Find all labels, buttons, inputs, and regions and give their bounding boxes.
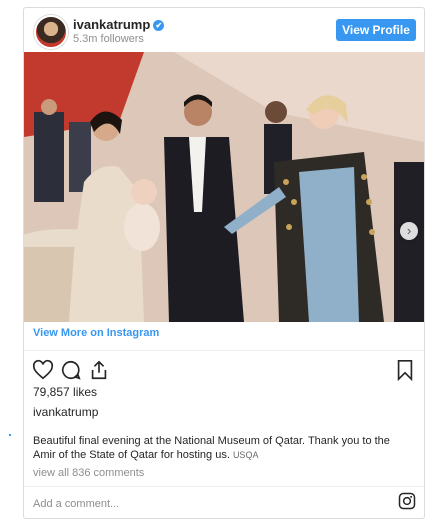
view-profile-button[interactable]: View Profile [336, 19, 416, 41]
follower-count: 5.3m followers [73, 33, 144, 45]
instagram-icon[interactable] [398, 492, 416, 510]
share-icon[interactable] [88, 359, 110, 381]
verified-badge-icon: ✔ [153, 20, 165, 31]
comment-icon[interactable] [60, 359, 82, 381]
like-count[interactable]: 79,857 likes [33, 385, 97, 399]
action-bar [32, 359, 416, 383]
edge-mark [9, 434, 11, 436]
guard-head [265, 101, 287, 123]
carousel-next-icon[interactable]: › [400, 222, 418, 240]
view-more-link[interactable]: View More on Instagram [33, 327, 159, 339]
bg-person-1 [34, 112, 64, 202]
baby-head [131, 179, 157, 205]
instagram-embed-card: ivankatrump ✔ 5.3m followers View Profile [23, 7, 425, 519]
bg-person-right [394, 162, 424, 322]
caption-text: Beautiful final evening at the National … [33, 435, 390, 461]
divider [24, 350, 424, 351]
caption-username[interactable]: ivankatrump [33, 405, 98, 419]
view-all-comments-link[interactable]: view all 836 comments [33, 467, 144, 479]
divider [24, 486, 424, 487]
heart-icon[interactable] [32, 359, 54, 381]
avatar[interactable] [34, 15, 68, 49]
baby-body [124, 203, 160, 251]
caption-tag[interactable]: USQA [233, 450, 259, 460]
post-photo[interactable]: › [24, 52, 424, 322]
username-text[interactable]: ivankatrump [73, 17, 150, 32]
post-header: ivankatrump ✔ 5.3m followers View Profile [24, 8, 424, 52]
photo-scene [24, 52, 424, 322]
add-comment-input[interactable]: Add a comment... [33, 498, 119, 510]
username[interactable]: ivankatrump ✔ [73, 17, 165, 32]
bookmark-icon[interactable] [394, 359, 416, 381]
bg-person-1-head [41, 99, 57, 115]
caption: Beautiful final evening at the National … [33, 434, 413, 462]
blue-dress [299, 167, 359, 322]
